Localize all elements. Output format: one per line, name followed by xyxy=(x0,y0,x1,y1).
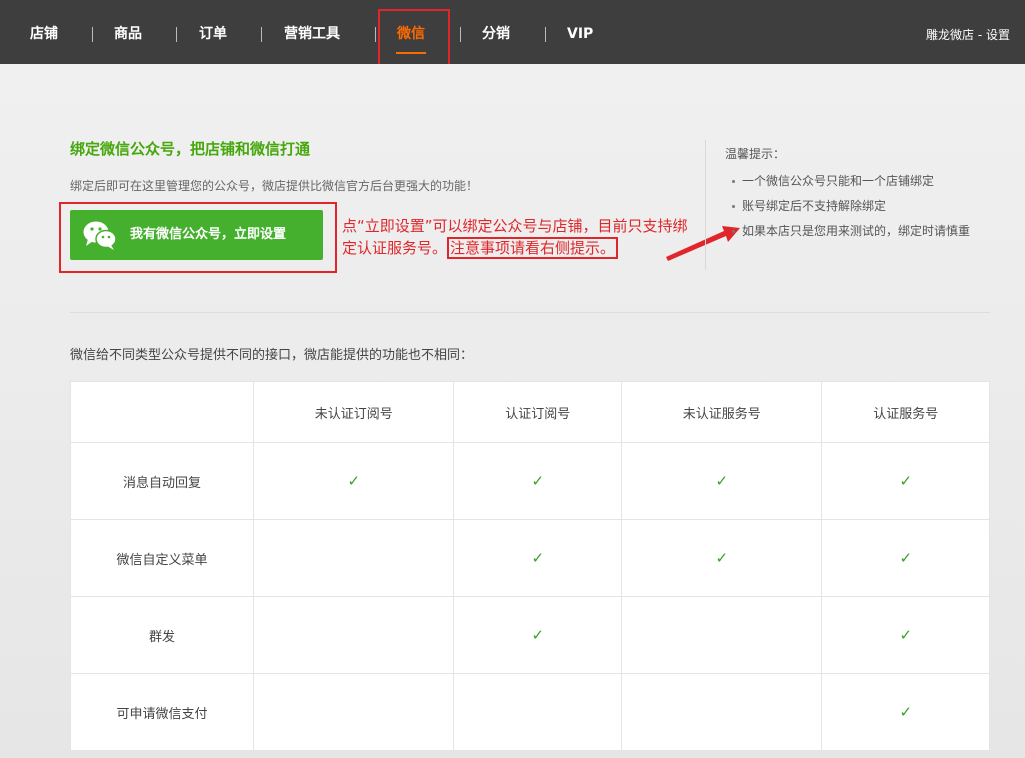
support-cell: ✓ xyxy=(821,519,990,597)
table-header-cell xyxy=(70,381,254,443)
nav-separator xyxy=(375,27,376,42)
nav-account: 雕龙微店 - 设置 xyxy=(926,0,1010,70)
annotation-note-highlight: 注意事项请看右侧提示。 xyxy=(447,237,619,259)
setup-wechat-button-label: 我有微信公众号，立即设置 xyxy=(130,227,287,242)
table-header-row: 未认证订阅号 认证订阅号 未认证服务号 认证服务号 xyxy=(70,381,990,443)
nav-item-orders[interactable]: 订单 xyxy=(199,0,227,64)
table-header-cell: 未认证订阅号 xyxy=(252,381,455,443)
top-nav: 店铺 商品 订单 营销工具 微信 分销 VIP 雕龙微店 - 设置 xyxy=(0,0,1025,68)
tip-item: 如果本店只是您用来测试的，绑定时请慎重 xyxy=(732,223,970,248)
tips-list: 一个微信公众号只能和一个店铺绑定 账号绑定后不支持解除绑定 如果本店只是您用来测… xyxy=(732,173,970,248)
nav-separator xyxy=(261,27,262,42)
section-divider xyxy=(70,312,990,313)
nav-item-marketing[interactable]: 营销工具 xyxy=(284,0,340,64)
settings-link[interactable]: 设置 xyxy=(986,28,1010,42)
nav-item-vip[interactable]: VIP xyxy=(567,0,593,64)
tip-item: 账号绑定后不支持解除绑定 xyxy=(732,198,970,223)
comparison-intro: 微信给不同类型公众号提供不同的接口，微店能提供的功能也不相同： xyxy=(70,348,474,363)
support-cell: ✓ xyxy=(620,519,823,597)
nav-account-separator: - xyxy=(974,28,986,42)
support-cell xyxy=(620,673,823,751)
annotation-note: 点“立即设置”可以绑定公众号与店铺，目前只支持绑定认证服务号。 注意事项请看右侧提… xyxy=(342,215,702,259)
table-row: 群发 ✓ ✓ xyxy=(70,596,990,674)
table-row: 消息自动回复 ✓ ✓ ✓ ✓ xyxy=(70,442,990,520)
support-cell: ✓ xyxy=(453,596,622,674)
nav-item-distribution[interactable]: 分销 xyxy=(482,0,510,64)
support-cell: ✓ xyxy=(620,442,823,520)
feature-name-cell: 消息自动回复 xyxy=(70,442,254,520)
support-cell: ✓ xyxy=(453,442,622,520)
check-icon: ✓ xyxy=(531,472,545,490)
check-icon: ✓ xyxy=(899,626,913,644)
table-row: 微信自定义菜单 ✓ ✓ ✓ xyxy=(70,519,990,597)
support-cell: ✓ xyxy=(821,673,990,751)
shop-name-link[interactable]: 雕龙微店 xyxy=(926,28,974,42)
tip-item: 一个微信公众号只能和一个店铺绑定 xyxy=(732,173,970,198)
support-cell: ✓ xyxy=(821,442,990,520)
support-cell xyxy=(252,596,455,674)
nav-separator xyxy=(176,27,177,42)
feature-comparison-table: 未认证订阅号 认证订阅号 未认证服务号 认证服务号 消息自动回复 ✓ ✓ ✓ ✓ 微信自定… xyxy=(70,381,990,751)
nav-item-products[interactable]: 商品 xyxy=(114,0,142,64)
check-icon: ✓ xyxy=(899,549,913,567)
feature-name-cell: 群发 xyxy=(70,596,254,674)
support-cell: ✓ xyxy=(252,442,455,520)
check-icon: ✓ xyxy=(347,472,361,490)
feature-name-cell: 微信自定义菜单 xyxy=(70,519,254,597)
support-cell xyxy=(620,596,823,674)
nav-annotation-box xyxy=(378,9,450,68)
section-divider-vertical xyxy=(705,140,706,270)
support-cell xyxy=(252,673,455,751)
nav-separator xyxy=(545,27,546,42)
check-icon: ✓ xyxy=(715,549,729,567)
tips-title: 温馨提示： xyxy=(725,147,786,161)
setup-wechat-button[interactable]: 我有微信公众号，立即设置 xyxy=(70,210,323,260)
support-cell: ✓ xyxy=(821,596,990,674)
nav-separator xyxy=(92,27,93,42)
check-icon: ✓ xyxy=(899,703,913,721)
table-row: 可申请微信支付 ✓ xyxy=(70,673,990,751)
support-cell: ✓ xyxy=(453,519,622,597)
bind-section-title: 绑定微信公众号，把店铺和微信打通 xyxy=(70,140,311,158)
check-icon: ✓ xyxy=(531,626,545,644)
support-cell xyxy=(252,519,455,597)
check-icon: ✓ xyxy=(531,549,545,567)
check-icon: ✓ xyxy=(715,472,729,490)
check-icon: ✓ xyxy=(899,472,913,490)
wechat-icon xyxy=(83,221,117,250)
nav-separator xyxy=(460,27,461,42)
table-header-cell: 认证服务号 xyxy=(821,381,990,443)
bind-section-description: 绑定后即可在这里管理您的公众号，微店提供比微信官方后台更强大的功能！ xyxy=(70,179,479,193)
feature-name-cell: 可申请微信支付 xyxy=(70,673,254,751)
nav-item-shop[interactable]: 店铺 xyxy=(30,0,58,64)
table-header-cell: 认证订阅号 xyxy=(453,381,622,443)
support-cell xyxy=(453,673,622,751)
table-header-cell: 未认证服务号 xyxy=(620,381,823,443)
